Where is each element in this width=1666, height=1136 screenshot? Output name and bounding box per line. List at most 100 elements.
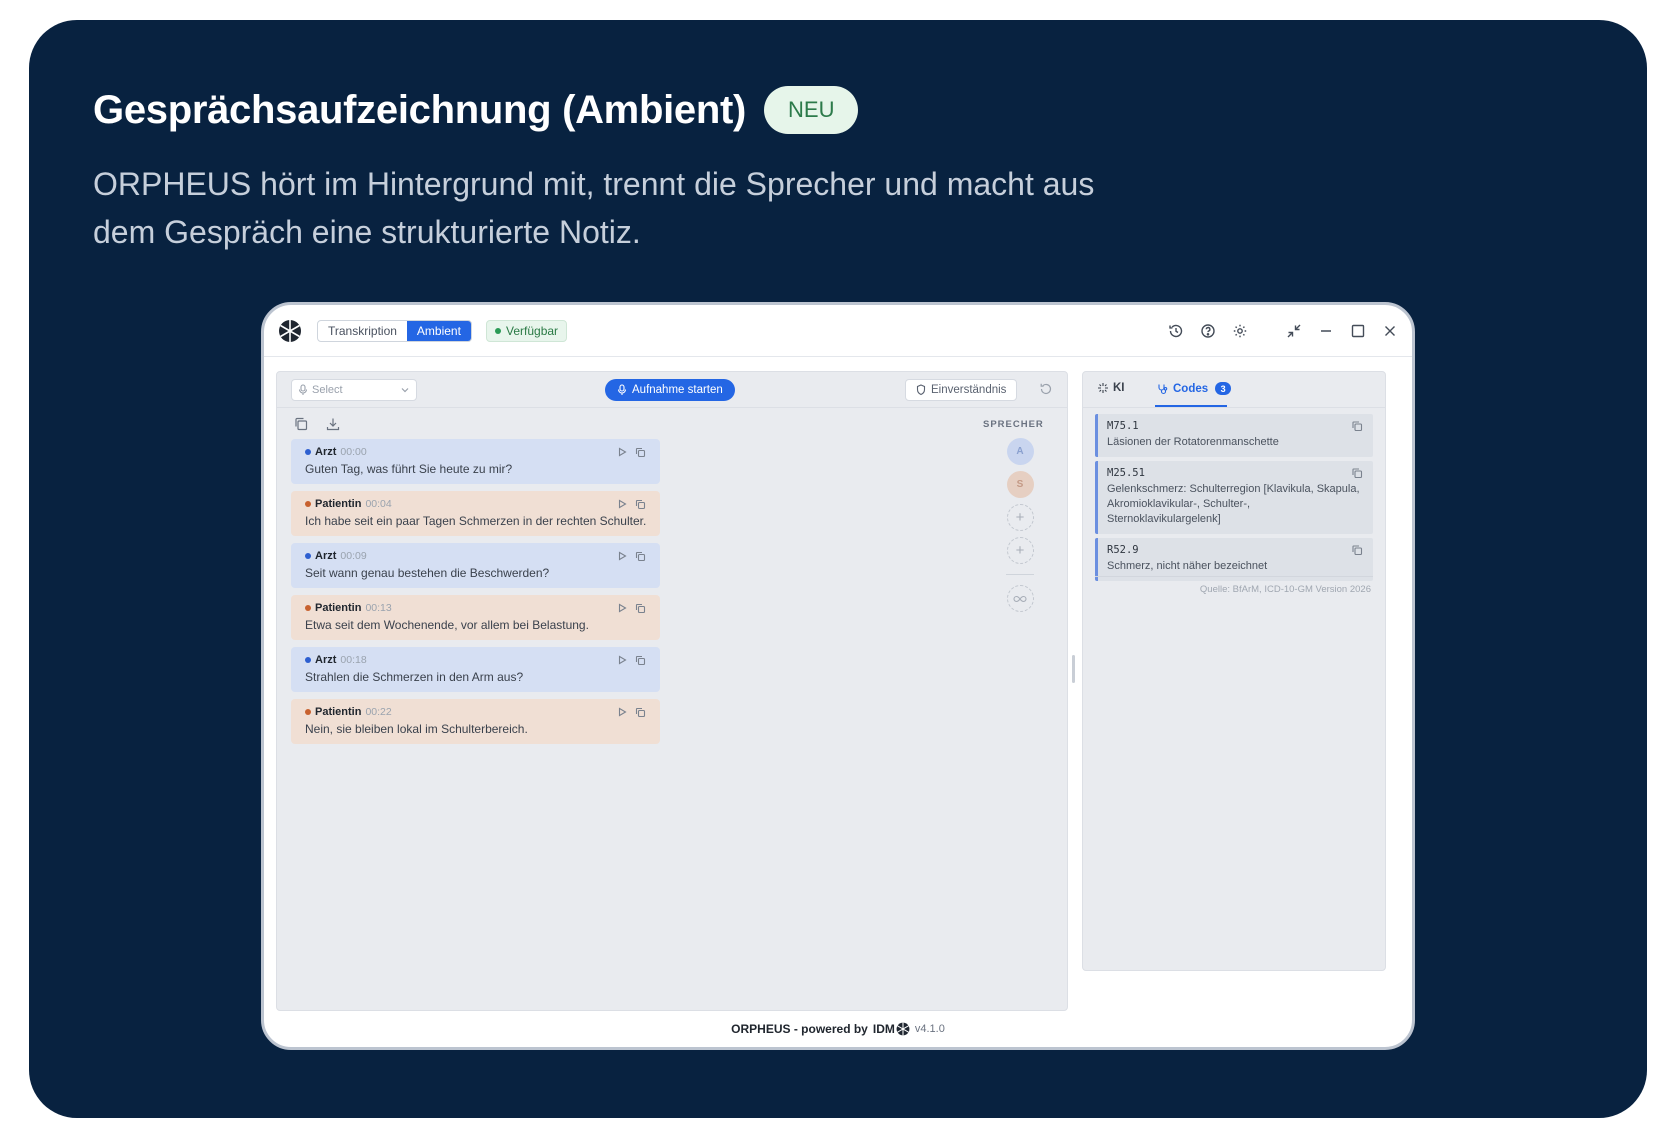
status-dot (495, 328, 501, 334)
message-time: 00:00 (340, 446, 367, 458)
tab-ki[interactable]: KI (1097, 382, 1125, 394)
feature-card: Gesprächsaufzeichnung (Ambient) NEU ORPH… (29, 20, 1647, 1118)
speaker-dot (305, 449, 311, 455)
compress-icon[interactable] (1282, 319, 1306, 343)
speaker-dot (305, 657, 311, 663)
message-speaker: Arzt (315, 654, 337, 666)
idm-logo: IDM (873, 1022, 910, 1036)
microphone-select-value: Select (312, 384, 343, 396)
add-speaker-button[interactable]: + (1006, 537, 1034, 564)
mic-icon (298, 384, 308, 395)
infinity-icon (1013, 595, 1027, 602)
start-recording-label: Aufnahme starten (632, 384, 723, 396)
message-time: 00:04 (365, 498, 392, 510)
history-icon[interactable] (1164, 319, 1188, 343)
tab-codes-label: Codes (1173, 382, 1209, 395)
copy-icon[interactable] (1351, 467, 1363, 479)
code-item[interactable]: M25.51 Gelenkschmerz: Schulterregion [Kl… (1095, 461, 1373, 534)
play-icon[interactable] (617, 603, 627, 613)
play-icon[interactable] (617, 655, 627, 665)
sparkle-icon (1098, 383, 1108, 393)
idm-logo-icon (896, 1022, 910, 1036)
new-badge: NEU (764, 86, 859, 134)
code-list: M75.1 Läsionen der Rotatorenmanschette M… (1095, 414, 1373, 581)
speaker-dot (305, 605, 311, 611)
speaker-avatar-a[interactable]: A (1006, 438, 1034, 465)
minimize-icon[interactable] (1314, 319, 1338, 343)
code-source: Quelle: BfArM, ICD-10-GM Version 2026 (1199, 584, 1371, 595)
code-item[interactable]: M75.1 Läsionen der Rotatorenmanschette (1095, 414, 1373, 457)
reset-icon[interactable] (1039, 382, 1053, 396)
play-icon[interactable] (617, 447, 627, 457)
copy-icon[interactable] (635, 551, 646, 562)
window-controls (1164, 319, 1402, 343)
headline: Gesprächsaufzeichnung (Ambient) NEU (93, 86, 859, 134)
speaker-avatar-s[interactable]: S (1006, 471, 1034, 498)
message-bubble: Patientin 00:13 Etwa seit dem Wochenende,… (291, 595, 661, 640)
play-icon[interactable] (617, 551, 627, 561)
code-id: R52.9 (1107, 544, 1139, 556)
copy-icon[interactable] (1351, 544, 1363, 556)
code-description: Läsionen der Rotatorenmanschette (1107, 436, 1279, 448)
message-bubble: Patientin 00:22 Nein, sie bleiben lokal i… (291, 699, 661, 744)
idm-logo-text: IDM (872, 1022, 895, 1036)
copy-icon[interactable] (635, 655, 646, 666)
message-text: Strahlen die Schmerzen in den Arm aus? (305, 670, 524, 684)
mode-toggle: Transkription Ambient (317, 320, 472, 342)
chevron-down-icon (401, 388, 409, 393)
code-id: M75.1 (1107, 420, 1139, 432)
speakers-label: SPRECHER (983, 419, 1044, 430)
message-bubble: Patientin 00:04 Ich habe seit ein paar Ta… (291, 491, 661, 536)
plus-icon: + (1015, 509, 1025, 526)
tab-ki-label: KI (1113, 382, 1125, 394)
message-list: Arzt 00:00 Guten Tag, was führt Sie heute… (291, 439, 661, 744)
tab-codes[interactable]: Codes 3 (1157, 382, 1232, 395)
consent-button[interactable]: Einverständnis (905, 379, 1018, 401)
codes-panel: KI Codes 3 M75.1 Läsionen der Rotatorenm… (1082, 371, 1386, 971)
codes-panel-tabs: KI Codes 3 (1083, 372, 1385, 408)
consent-label: Einverständnis (931, 384, 1007, 396)
message-bubble: Arzt 00:18 Strahlen die Schmerzen in den … (291, 647, 661, 692)
message-text: Ich habe seit ein paar Tagen Schmerzen i… (305, 514, 647, 528)
settings-icon[interactable] (1228, 319, 1252, 343)
transcript-tools (293, 416, 341, 432)
tab-transkription[interactable]: Transkription (318, 321, 407, 341)
panel-resize-handle[interactable] (1072, 655, 1075, 683)
message-bubble: Arzt 00:00 Guten Tag, was führt Sie heute… (291, 439, 661, 484)
stethoscope-icon (1158, 384, 1168, 394)
add-speaker-button[interactable]: + (1006, 504, 1034, 531)
copy-icon[interactable] (635, 603, 646, 614)
app-version: v4.1.0 (914, 1023, 945, 1035)
message-text: Seit wann genau bestehen die Beschwerden… (305, 566, 550, 580)
play-icon[interactable] (617, 499, 627, 509)
footer-powered-by: ORPHEUS - powered by (731, 1022, 868, 1036)
copy-icon[interactable] (1351, 420, 1363, 432)
close-icon[interactable] (1378, 319, 1402, 343)
maximize-icon[interactable] (1346, 319, 1370, 343)
code-item[interactable]: R52.9 Schmerz, nicht näher bezeichnet (1095, 538, 1373, 581)
tab-ambient[interactable]: Ambient (406, 321, 471, 341)
app-footer: ORPHEUS - powered by IDM v4.1.0 (264, 1015, 1412, 1043)
copy-icon[interactable] (635, 707, 646, 718)
speaker-list: A S + + (1005, 438, 1035, 612)
status-badge: Verfügbar (486, 320, 568, 342)
copy-icon[interactable] (635, 447, 646, 458)
title-bar: Transkription Ambient Verfügbar (264, 305, 1412, 357)
codes-count-badge: 3 (1215, 382, 1232, 395)
message-speaker: Patientin (315, 706, 362, 718)
active-tab-indicator (1155, 405, 1227, 407)
copy-icon[interactable] (293, 416, 309, 432)
message-speaker: Arzt (315, 446, 337, 458)
start-recording-button[interactable]: Aufnahme starten (605, 379, 735, 401)
message-speaker: Patientin (315, 498, 362, 510)
status-text: Verfügbar (506, 324, 559, 338)
microphone-select[interactable]: Select (291, 379, 417, 401)
code-id: M25.51 (1107, 467, 1145, 479)
play-icon[interactable] (617, 707, 627, 717)
help-icon[interactable] (1196, 319, 1220, 343)
conversation-toolbar: Select Aufnahme starten Einverständnis (277, 372, 1067, 408)
source-divider (1095, 576, 1373, 577)
download-icon[interactable] (325, 416, 341, 432)
infinity-speaker-button[interactable] (1006, 585, 1034, 612)
copy-icon[interactable] (635, 499, 646, 510)
